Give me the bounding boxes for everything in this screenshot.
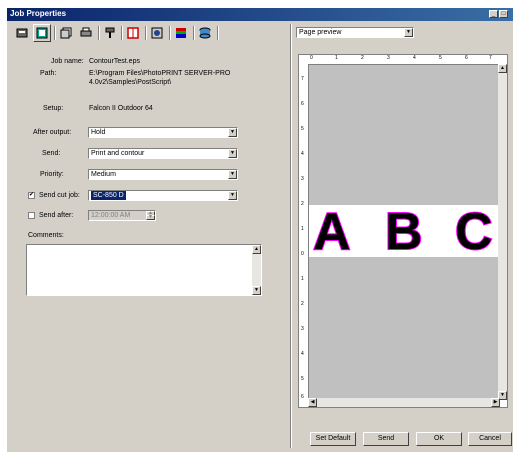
preview-letter-a: A (312, 203, 352, 261)
path-label: Path: (40, 70, 57, 77)
crop-marks-icon (127, 27, 139, 39)
palette-tool-button[interactable] (172, 24, 190, 42)
spin-down-icon[interactable]: ▼ (146, 215, 155, 220)
scroll-up-icon[interactable]: ▲ (252, 245, 261, 254)
ruler-tick: 1 (335, 55, 338, 61)
scroll-right-icon[interactable]: ▶ (491, 398, 500, 407)
copies-icon (60, 27, 72, 39)
job-name-label: Job name: (51, 58, 84, 65)
ruler-tick: 1 (301, 276, 304, 282)
priority-dropdown[interactable]: Medium ▼ (88, 169, 238, 180)
ruler-tick: 2 (361, 55, 364, 61)
layout-icon (36, 27, 48, 39)
database-icon (199, 27, 211, 39)
ruler-tick: 0 (301, 251, 304, 257)
setup-label: Setup: (43, 105, 64, 112)
ruler-tick: 6 (301, 394, 304, 400)
ruler-tick: 5 (301, 376, 304, 382)
palette-icon (176, 28, 186, 38)
chevron-down-icon: ▼ (228, 170, 237, 179)
send-after-checkbox[interactable] (28, 212, 35, 219)
preview-vertical-scrollbar[interactable]: ▲ ▼ (498, 64, 507, 400)
priority-label: Priority: (40, 171, 64, 178)
ruler-tick: 0 (310, 55, 313, 61)
comments-textarea[interactable]: ▲ ▼ (26, 244, 262, 296)
toolbar (13, 24, 283, 44)
send-after-label: Send after: (39, 212, 74, 219)
after-output-label: After output: (33, 129, 72, 136)
ruler-tick: 7 (301, 76, 304, 82)
ruler-tick: 4 (301, 351, 304, 357)
ruler-tick: 7 (489, 55, 492, 61)
preview-tool-button[interactable] (148, 24, 166, 42)
ok-button[interactable]: OK (416, 432, 462, 446)
ruler-tick: 4 (301, 151, 304, 157)
ruler-tick: 5 (439, 55, 442, 61)
ruler-tick: 2 (301, 201, 304, 207)
ruler-tick: 2 (301, 301, 304, 307)
ruler-tick: 3 (301, 176, 304, 182)
send-cut-job-dropdown[interactable]: SC-850 D ▼ (88, 190, 238, 201)
page-preview-panel: 0 1 2 3 4 5 6 7 7 6 5 4 3 2 1 0 1 2 3 4 … (298, 54, 508, 408)
send-after-time-field[interactable]: 12:00:00 AM ▲ ▼ (88, 210, 156, 221)
send-button[interactable]: Send (363, 432, 409, 446)
color-tool-button[interactable] (101, 24, 119, 42)
preview-horizontal-scrollbar[interactable]: ◀ ▶ (308, 398, 500, 407)
send-cut-job-checkbox[interactable]: ✔ (28, 192, 35, 199)
ruler-tick: 1 (301, 226, 304, 232)
job-info-icon (16, 28, 28, 38)
ruler-tick: 5 (301, 126, 304, 132)
preview-icon (151, 27, 163, 39)
cancel-button[interactable]: Cancel (468, 432, 512, 446)
copies-tool-button[interactable] (57, 24, 75, 42)
scroll-up-icon[interactable]: ▲ (498, 64, 507, 73)
job-name-value: ContourTest.eps (89, 58, 140, 65)
ruler-tick: 6 (301, 101, 304, 107)
chevron-down-icon: ▼ (228, 128, 237, 137)
preview-letter-b: B (384, 203, 424, 261)
close-button[interactable]: □ (499, 10, 508, 18)
send-label: Send: (42, 150, 61, 157)
window-title: Job Properties (10, 9, 67, 18)
minimize-button[interactable]: _ (489, 10, 498, 18)
preview-mode-dropdown[interactable]: Page preview ▼ (296, 27, 414, 38)
media-tool-button[interactable] (77, 24, 95, 42)
ruler-tick: 3 (301, 326, 304, 332)
marks-tool-button[interactable] (124, 24, 142, 42)
send-cut-job-label: Send cut job: (39, 192, 80, 199)
printer-icon (80, 27, 92, 37)
scroll-down-icon[interactable]: ▼ (252, 286, 261, 295)
ruler-tick: 4 (413, 55, 416, 61)
horizontal-ruler: 0 1 2 3 4 5 6 7 (308, 55, 498, 65)
comments-scrollbar[interactable]: ▲ ▼ (252, 245, 261, 295)
chevron-down-icon: ▼ (228, 149, 237, 158)
set-default-button[interactable]: Set Default (310, 432, 356, 446)
vertical-ruler: 7 6 5 4 3 2 1 0 1 2 3 4 5 6 (299, 64, 309, 400)
chevron-down-icon: ▼ (404, 28, 413, 37)
setup-value: Falcon II Outdoor 64 (89, 105, 153, 112)
scroll-left-icon[interactable]: ◀ (308, 398, 317, 407)
preview-letter-c: C (454, 203, 494, 261)
path-value-line1: E:\Program Files\PhotoPRINT SERVER-PRO (89, 70, 231, 77)
after-output-dropdown[interactable]: Hold ▼ (88, 127, 238, 138)
chevron-down-icon: ▼ (228, 191, 237, 200)
ruler-tick: 6 (465, 55, 468, 61)
brush-icon (105, 27, 115, 38)
title-bar: Job Properties _ □ (7, 8, 513, 21)
send-dropdown[interactable]: Print and contour ▼ (88, 148, 238, 159)
job-properties-window: Job Properties _ □ Job name: ContourTest… (7, 8, 513, 452)
driver-tool-button[interactable] (196, 24, 214, 42)
path-value-line2: 4.0v2\Samples\PostScript\ (89, 79, 172, 86)
comments-label: Comments: (28, 232, 64, 239)
job-info-tool-button[interactable] (13, 24, 31, 42)
preview-canvas[interactable]: A B C (309, 65, 499, 399)
ruler-tick: 3 (387, 55, 390, 61)
layout-tool-button[interactable] (33, 24, 51, 42)
